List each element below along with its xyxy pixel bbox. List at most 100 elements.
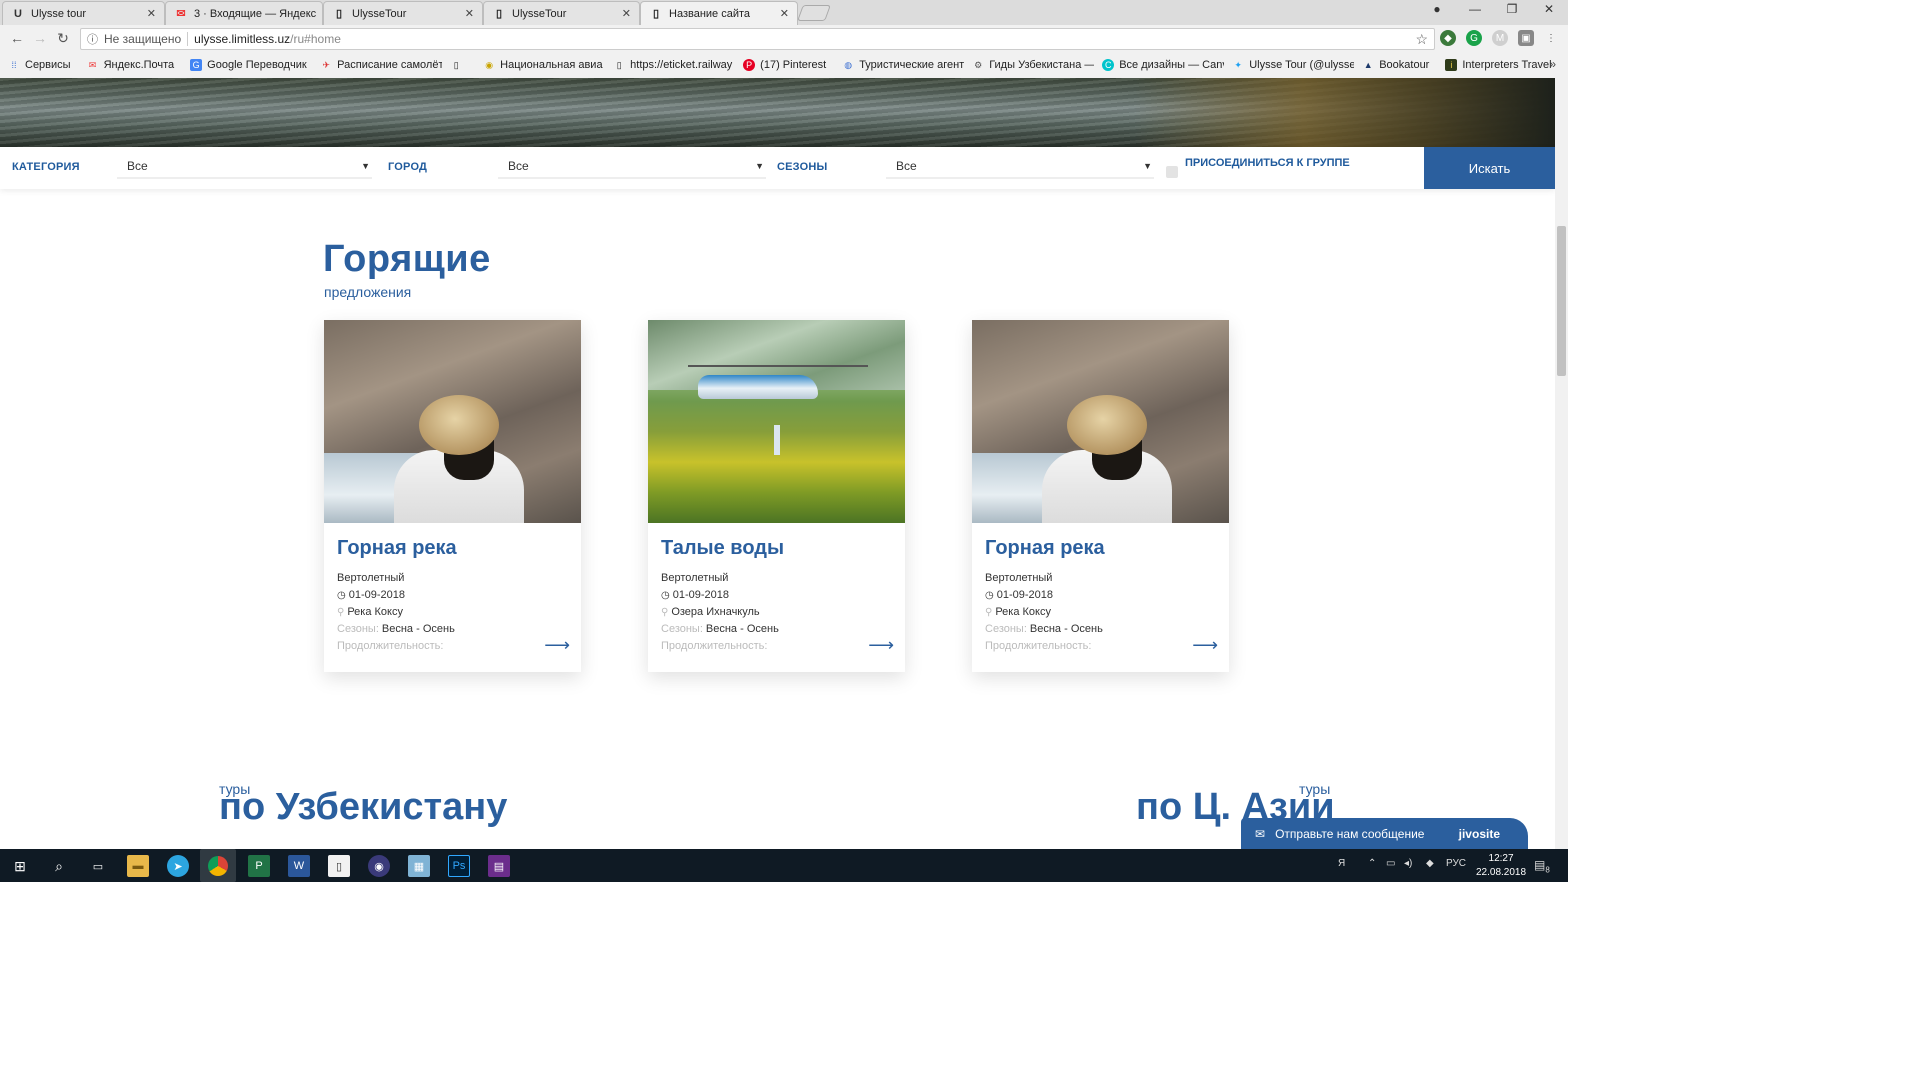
volume-icon[interactable]: ◂) xyxy=(1404,858,1412,869)
arrow-right-icon[interactable]: ⟶ xyxy=(868,635,894,656)
arrow-right-icon[interactable]: ⟶ xyxy=(544,635,570,656)
notifications-icon[interactable]: ▤8 xyxy=(1534,858,1550,874)
arrow-right-icon[interactable]: ⟶ xyxy=(1192,635,1218,656)
tour-type: Вертолетный xyxy=(337,572,405,584)
tour-photo-melt-water[interactable] xyxy=(648,320,905,523)
word-icon[interactable]: W xyxy=(288,855,310,877)
more-bookmarks-icon[interactable]: » xyxy=(1549,57,1556,71)
category-select[interactable]: Все ▼ xyxy=(117,155,372,179)
grammarly-icon[interactable]: G xyxy=(1466,30,1482,46)
language-indicator[interactable]: РУС xyxy=(1446,858,1466,869)
forward-icon[interactable]: → xyxy=(31,30,49,46)
bookmark-services[interactable]: ⁞⁞ Сервисы xyxy=(0,59,79,71)
scrollbar-thumb[interactable] xyxy=(1557,226,1566,376)
bookmark-label: Расписание самолёт xyxy=(337,59,443,71)
app-icon[interactable]: ◉ xyxy=(368,855,390,877)
tray-app-icon[interactable]: ◆ xyxy=(1426,858,1434,869)
tab-yandex-mail[interactable]: ✉ 3 · Входящие — Яндекс ✕ xyxy=(165,1,323,25)
chrome-taskbar-button[interactable] xyxy=(200,849,236,882)
tour-title[interactable]: Талые воды xyxy=(661,537,892,560)
interpreters-icon: i xyxy=(1445,59,1458,71)
tour-card[interactable]: Горная река Вертолетный ◷ 01-09-2018 ⚲ Рек… xyxy=(972,320,1229,672)
close-icon[interactable]: ✕ xyxy=(780,7,789,20)
info-icon[interactable]: ⓘ xyxy=(87,31,98,47)
bookmark-star-icon[interactable]: ☆ xyxy=(1415,31,1428,48)
bookmark-label: https://eticket.railway xyxy=(630,59,733,71)
photo-detail xyxy=(688,365,868,367)
close-icon[interactable]: ✕ xyxy=(465,7,474,20)
address-bar[interactable]: ⓘ Не защищено ulysse.limitless.uz/ru#hom… xyxy=(80,28,1435,50)
maximize-icon[interactable]: ❐ xyxy=(1497,2,1527,16)
caret-down-icon: ▼ xyxy=(361,161,370,171)
join-group-label[interactable]: ПРИСОЕДИНИТЬСЯ К ГРУППЕ xyxy=(1185,157,1350,169)
bookmark-google-translate[interactable]: G Google Переводчик xyxy=(182,59,312,71)
bookmark-railway[interactable]: ▯ https://eticket.railway xyxy=(605,59,735,71)
bookmark-flights[interactable]: ✈ Расписание самолёт xyxy=(312,59,442,71)
city-select[interactable]: Все ▼ xyxy=(498,155,766,179)
profile-icon[interactable]: ● xyxy=(1422,2,1452,16)
bookmark-pinterest[interactable]: P (17) Pinterest xyxy=(735,59,834,71)
extension-icon[interactable]: ▣ xyxy=(1518,30,1534,46)
uzbekistan-tours-heading[interactable]: по Узбекистану xyxy=(219,786,507,829)
minimize-icon[interactable]: — xyxy=(1460,2,1490,16)
keyboard-icon[interactable]: Я xyxy=(1338,858,1345,869)
network-icon[interactable]: ▭ xyxy=(1386,858,1395,869)
category-value: Все xyxy=(127,159,148,173)
bookmark-page[interactable]: ▯ xyxy=(442,59,475,71)
tab-site-name[interactable]: ▯ Название сайта ✕ xyxy=(640,1,798,25)
bookmark-twitter[interactable]: ✦ Ulysse Tour (@ulysse xyxy=(1224,59,1354,71)
reload-icon[interactable]: ↻ xyxy=(54,30,72,47)
app-icon[interactable]: ▦ xyxy=(408,855,430,877)
tab-title: UlysseTour xyxy=(512,7,567,20)
new-tab-button[interactable] xyxy=(797,5,831,21)
clock[interactable]: 12:27 22.08.2018 xyxy=(1476,852,1526,880)
extension-icon[interactable]: M xyxy=(1492,30,1508,46)
bookmark-bookatour[interactable]: ▲ Bookatour xyxy=(1354,59,1437,71)
tour-card[interactable]: Талые воды Вертолетный ◷ 01-09-2018 ⚲ Озер… xyxy=(648,320,905,672)
search-icon[interactable]: ⌕ xyxy=(48,855,70,877)
security-label: Не защищено xyxy=(104,32,182,46)
close-icon[interactable]: ✕ xyxy=(622,7,631,20)
app-icon[interactable]: ▤ xyxy=(488,855,510,877)
tour-place: Река Коксу xyxy=(995,606,1051,618)
telegram-icon[interactable]: ➤ xyxy=(167,855,189,877)
windows-start-icon[interactable]: ⊞ xyxy=(9,855,31,877)
tour-card[interactable]: Горная река Вертолетный ◷ 01-09-2018 ⚲ Рек… xyxy=(324,320,581,672)
search-button[interactable]: Искать xyxy=(1424,147,1555,189)
bookmark-guides[interactable]: ⚙ Гиды Узбекистана — xyxy=(964,59,1094,71)
tour-place: Река Коксу xyxy=(347,606,403,618)
file-explorer-icon[interactable]: ▬ xyxy=(127,855,149,877)
notepad-icon[interactable]: ▯ xyxy=(328,855,350,877)
bookmark-tour-agencies[interactable]: ◍ Туристические агент xyxy=(834,59,964,71)
tab-ulyssetour-1[interactable]: ▯ UlysseTour ✕ xyxy=(323,1,483,25)
tour-type: Вертолетный xyxy=(985,572,1053,584)
bookmark-yandex-mail[interactable]: ✉ Яндекс.Почта xyxy=(79,59,183,71)
bookmark-interpreters[interactable]: i Interpreters Travel xyxy=(1437,59,1559,71)
chat-widget[interactable]: ✉ Отправьте нам сообщение jivosite xyxy=(1241,818,1528,849)
menu-icon[interactable]: ⋮ xyxy=(1543,30,1559,46)
join-group-checkbox[interactable] xyxy=(1166,166,1178,178)
close-window-icon[interactable]: ✕ xyxy=(1534,2,1564,16)
task-view-icon[interactable]: ▭ xyxy=(87,855,109,877)
hot-offers-subtitle: предложения xyxy=(324,284,412,300)
map-pin-icon: ⚲ xyxy=(337,606,345,618)
tour-photo-mountain-river[interactable] xyxy=(972,320,1229,523)
tab-ulysse-tour[interactable]: U Ulysse tour ✕ xyxy=(2,1,165,25)
extension-icon[interactable]: ◆ xyxy=(1440,30,1456,46)
tour-title[interactable]: Горная река xyxy=(985,537,1216,560)
bookmark-label: Туристические агент xyxy=(859,59,965,71)
photoshop-icon[interactable]: Ps xyxy=(448,855,470,877)
page-scrollbar[interactable] xyxy=(1555,78,1568,849)
close-icon[interactable]: ✕ xyxy=(147,7,156,20)
windows-taskbar: ⊞ ⌕ ▭ ▬ ➤ P W ▯ ◉ ▦ Ps ▤ Я ⌃ ▭ ◂) ◆ РУС … xyxy=(0,849,1568,882)
bookmark-canva[interactable]: C Все дизайны — Canv xyxy=(1094,59,1224,71)
chevron-up-icon[interactable]: ⌃ xyxy=(1368,858,1376,869)
bookmark-airline[interactable]: ◉ Национальная авиа xyxy=(475,59,605,71)
tab-ulyssetour-2[interactable]: ▯ UlysseTour ✕ xyxy=(483,1,640,25)
back-icon[interactable]: ← xyxy=(8,30,26,46)
tour-type: Вертолетный xyxy=(661,572,729,584)
tour-title[interactable]: Горная река xyxy=(337,537,568,560)
tour-photo-mountain-river[interactable] xyxy=(324,320,581,523)
season-select[interactable]: Все ▼ xyxy=(886,155,1154,179)
project-icon[interactable]: P xyxy=(248,855,270,877)
